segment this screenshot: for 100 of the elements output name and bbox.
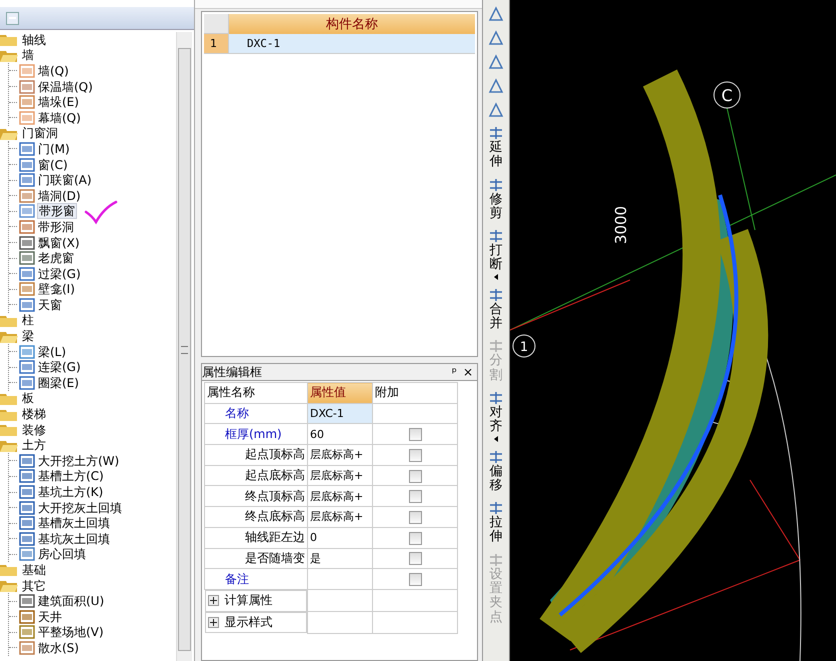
checkbox[interactable] — [408, 449, 422, 462]
checkbox[interactable] — [408, 532, 422, 545]
component-icon — [19, 173, 35, 188]
tree-item[interactable]: 基坑土方(K) — [37, 485, 104, 500]
tool-button[interactable]: 对齐 — [485, 388, 507, 444]
dimension-label: 3000 — [612, 206, 630, 244]
component-icon — [19, 344, 35, 359]
tree-item[interactable]: 门联窗(A) — [37, 173, 93, 188]
expand-icon[interactable] — [208, 616, 218, 628]
property-name: 框厚(mm) — [204, 424, 308, 445]
component-icon — [19, 376, 35, 390]
tree-item[interactable]: 圈梁(E) — [37, 376, 80, 390]
tree-item[interactable]: 天井 — [37, 610, 63, 624]
property-value[interactable]: 层底标高+ — [308, 506, 372, 528]
tree-item[interactable]: 墙垛(E) — [37, 95, 80, 110]
tool-icon — [488, 54, 504, 70]
tree-folder[interactable]: 板 — [0, 390, 176, 406]
checkbox[interactable] — [408, 511, 422, 524]
property-group: 计算属性 — [224, 592, 272, 610]
tree-folder[interactable]: 其它 — [0, 578, 176, 594]
tree-folder[interactable]: 楼梯 — [0, 406, 176, 422]
property-value[interactable] — [308, 568, 372, 590]
component-icon — [19, 625, 35, 640]
property-value[interactable]: 层底标高+ — [308, 486, 372, 507]
tool-button[interactable]: 修剪 — [485, 176, 507, 224]
property-value[interactable]: 层底标高+ — [308, 444, 372, 466]
tree-item[interactable]: 房心回填 — [37, 547, 87, 562]
folder-icon — [0, 423, 18, 436]
tree-folder[interactable]: 门窗洞 — [0, 126, 176, 142]
tree-folder[interactable]: 梁 — [0, 328, 176, 344]
tree-item[interactable]: 飘窗(X) — [37, 236, 81, 250]
tree-item[interactable]: 墙洞(D) — [37, 188, 82, 203]
tree-item[interactable]: 基槽土方(C) — [37, 469, 105, 484]
tree-item[interactable]: 连梁(G) — [37, 360, 82, 374]
tree-item[interactable]: 窗(C) — [37, 158, 69, 172]
checkbox[interactable] — [408, 552, 422, 566]
tool-icon — [488, 339, 504, 354]
tree-item[interactable]: 门(M) — [37, 142, 71, 156]
tree-item[interactable]: 大开挖灰土回填 — [37, 500, 123, 515]
tree-folder[interactable]: 土方 — [0, 437, 176, 454]
column-header: 属性名称 — [204, 382, 308, 404]
table-cell[interactable]: DXC-1 — [229, 34, 475, 54]
tree-item[interactable]: 基坑灰土回填 — [37, 532, 111, 546]
tool-button[interactable]: 偏移 — [485, 448, 507, 496]
column-header[interactable]: 构件名称 — [229, 14, 475, 34]
component-icon — [19, 610, 35, 624]
tree-item[interactable]: 过梁(G) — [37, 266, 82, 281]
tool-button[interactable]: 拉伸 — [485, 499, 507, 547]
pin-button[interactable]: ᵖ — [452, 365, 457, 379]
component-icon — [19, 282, 35, 296]
tree-folder[interactable]: 轴线 — [0, 32, 176, 48]
expand-icon[interactable] — [208, 595, 218, 606]
property-name: 备注 — [204, 568, 308, 590]
checkbox[interactable] — [408, 428, 422, 442]
component-icon — [19, 485, 35, 500]
tree-item[interactable]: 平整场地(V) — [37, 625, 105, 640]
tree-item[interactable]: 散水(S) — [37, 640, 80, 655]
checkbox[interactable] — [408, 470, 422, 483]
tree-folder[interactable]: 装修 — [0, 422, 176, 438]
drawing-canvas[interactable]: C 1 3000 — [510, 0, 836, 661]
tree-item[interactable]: 梁(L) — [37, 344, 68, 359]
property-name: 是否随墙变 — [204, 548, 308, 569]
tree-folder[interactable]: 柱 — [0, 312, 176, 328]
property-name: 轴线距左边 — [204, 527, 308, 548]
tree-item[interactable]: 带形窗 — [37, 203, 77, 220]
tree-item[interactable]: 老虎窗 — [37, 251, 75, 266]
folder-icon — [0, 392, 18, 405]
tree-item[interactable]: 保温墙(Q) — [37, 80, 94, 94]
tree-item[interactable]: 基槽灰土回填 — [37, 516, 111, 530]
collapse-icon[interactable] — [6, 12, 19, 24]
folder-icon — [0, 48, 18, 62]
property-value[interactable]: 0 — [308, 527, 372, 548]
tool-icon — [488, 78, 504, 94]
property-value[interactable]: 层底标高+ — [308, 465, 372, 486]
property-value[interactable]: DXC-1 — [308, 403, 372, 424]
component-icon — [19, 298, 35, 312]
tree-item[interactable]: 幕墙(Q) — [37, 110, 82, 125]
tool-icon — [488, 288, 504, 302]
tool-button[interactable]: 合并 — [485, 286, 507, 334]
scrollbar[interactable] — [176, 32, 192, 661]
tree-item[interactable]: 大开挖土方(W) — [37, 454, 120, 468]
tree-item[interactable]: 建筑面积(U) — [37, 594, 106, 608]
tree-item[interactable]: 带形洞 — [37, 220, 75, 234]
tree-item[interactable]: 墙(Q) — [37, 64, 70, 78]
property-value[interactable]: 60 — [308, 424, 372, 445]
axis-marker: 1 — [512, 334, 536, 358]
property-value[interactable]: 是 — [308, 548, 372, 569]
folder-icon — [0, 438, 18, 452]
tree-item[interactable]: 壁龛(I) — [37, 282, 76, 296]
folder-icon — [0, 33, 18, 46]
tool-button[interactable]: 打断 — [485, 227, 507, 282]
tree-item[interactable]: 天窗 — [37, 298, 63, 312]
property-group: 显示样式 — [224, 614, 272, 631]
tool-button[interactable]: 延伸 — [485, 124, 507, 172]
property-name: 名称 — [204, 403, 308, 424]
tree-folder[interactable]: 基础 — [0, 562, 176, 578]
tree-folder[interactable]: 墙 — [0, 48, 176, 64]
checkbox[interactable] — [408, 573, 422, 586]
close-button[interactable]: × — [462, 365, 473, 379]
checkbox[interactable] — [408, 490, 422, 504]
